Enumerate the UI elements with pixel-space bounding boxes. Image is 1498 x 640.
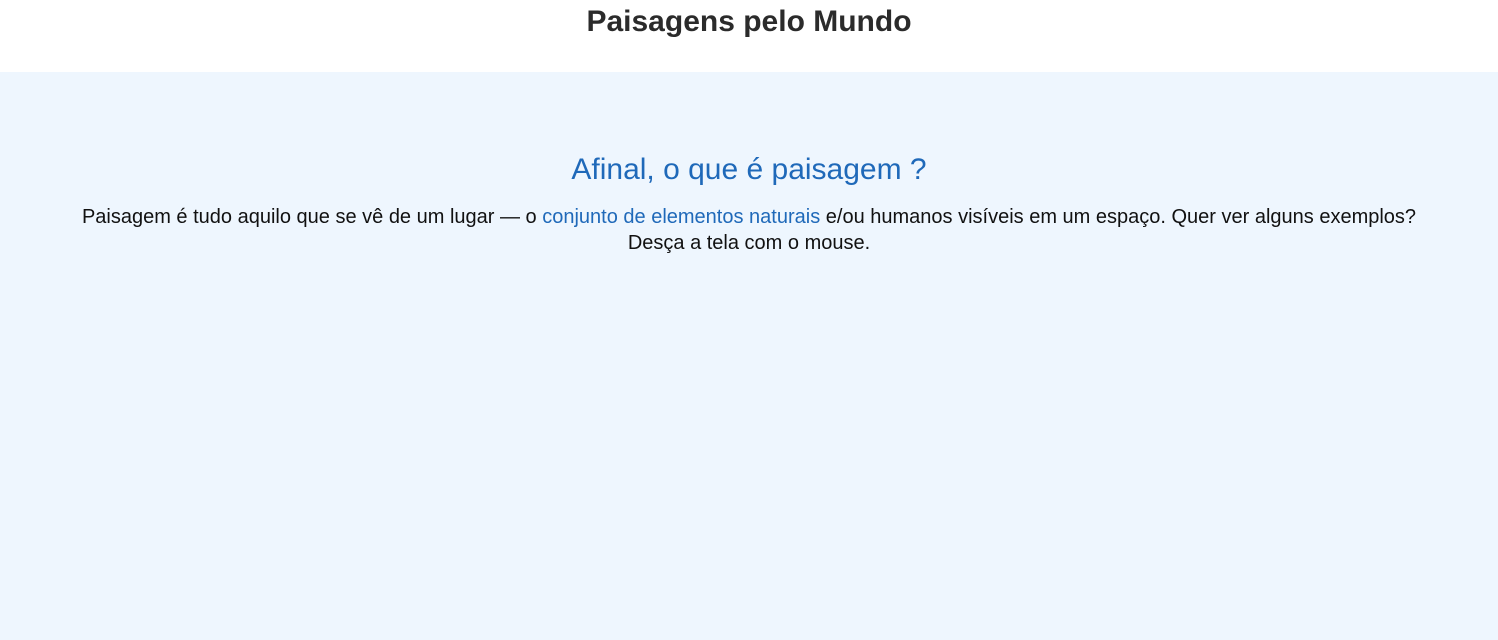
description-text-start: Paisagem é tudo aquilo que se vê de um l… (81, 206, 543, 228)
site-header: Paisagens pelo Mundo (0, 0, 1498, 72)
hero-heading: Afinal, o que é paisagem ? (571, 153, 927, 186)
page-title: Paisagens pelo Mundo (586, 5, 912, 38)
natural-elements-link[interactable]: conjunto de elementos naturais (542, 206, 820, 228)
hero-section: Afinal, o que é paisagem ? Paisagem é tu… (0, 72, 1498, 640)
hero-description: Paisagem é tudo aquilo que se vê de um l… (54, 204, 1444, 256)
